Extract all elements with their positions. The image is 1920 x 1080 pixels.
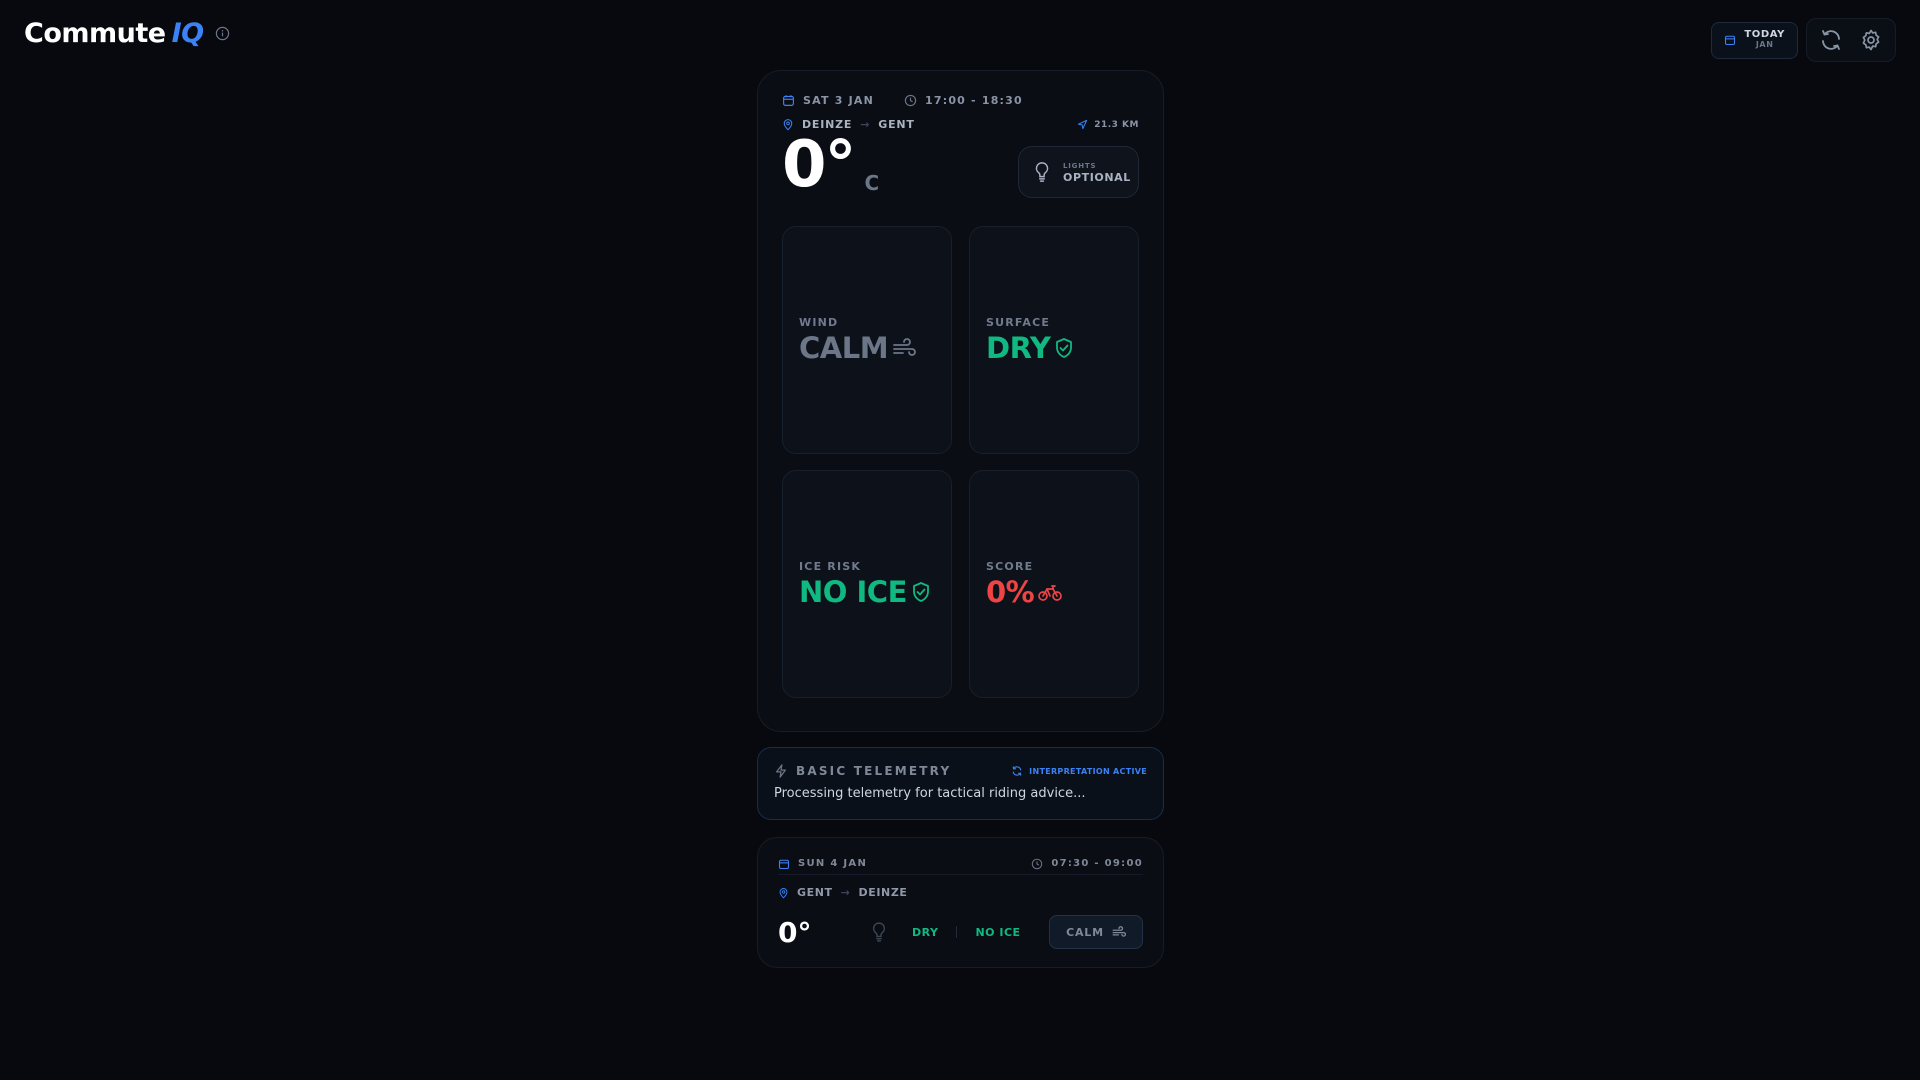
surface-tile[interactable]: SURFACE DRY [969,226,1139,454]
map-pin-icon [779,887,788,898]
next-route: GENT → DEINZE [778,886,908,899]
temperature-value: 0° [782,128,857,202]
next-date: SUN 4 JAN [798,858,868,869]
telemetry-message: Processing telemetry for tactical riding… [774,786,1086,801]
score-label: SCORE [986,559,1034,573]
header-icon-group [1806,18,1896,62]
lightbulb-icon [864,921,894,943]
bike-icon [1038,584,1063,601]
commute-time: 17:00 - 18:30 [925,94,1023,107]
today-label: TODAY [1744,29,1785,40]
current-commute-card: SAT 3 JAN 17:00 - 18:30 DEINZE → GENT 21… [757,70,1164,732]
ice-risk-value-row: NO ICE [799,575,951,609]
wind-value-row: CALM [799,331,951,365]
commute-date: SAT 3 JAN [803,94,875,107]
ice-risk-value: NO ICE [799,574,907,609]
calendar-icon [783,95,794,106]
today-month: JAN [1755,40,1774,49]
calendar-icon [1725,35,1736,46]
gear-icon[interactable] [1853,22,1889,58]
next-surface: DRY [912,925,939,939]
lightbulb-icon [1035,162,1049,182]
next-time-group: 07:30 - 09:00 [1031,858,1143,870]
navigation-icon [1078,119,1088,130]
route-arrow-icon: → [840,886,851,899]
next-time: 07:30 - 09:00 [1051,858,1143,869]
score-value: 0% [986,574,1035,609]
wind-tile[interactable]: WIND CALM [782,226,952,454]
next-ice: NO ICE [975,925,1021,939]
next-wind-badge[interactable]: CALM [1049,915,1143,949]
telemetry-title: BASIC TELEMETRY [796,764,952,778]
app-title: Commute IQ [24,18,204,49]
lights-text: LIGHTS OPTIONAL [1063,160,1131,184]
next-temperature: 0° [778,915,812,949]
surface-value-row: DRY [986,331,1138,365]
score-tile[interactable]: SCORE 0% [969,470,1139,698]
shield-check-icon [1056,337,1073,358]
next-commute-card[interactable]: SUN 4 JAN 07:30 - 09:00 GENT → DEINZE 0°… [757,837,1164,968]
wind-value: CALM [799,330,889,365]
route-distance: 21.3 KM [1077,119,1139,130]
next-commute-meta: SUN 4 JAN 07:30 - 09:00 [778,853,1143,875]
distance-value: 21.3 KM [1094,119,1139,130]
shield-check-icon [913,581,929,602]
app-brand: Commute IQ [24,18,232,49]
lights-indicator: LIGHTS OPTIONAL [1018,146,1139,198]
temperature-display: 0° C [782,133,879,197]
next-route-from: GENT [797,886,833,899]
header-actions: TODAY JAN [1711,18,1896,62]
route-arrow-icon: → [860,118,871,131]
sync-icon [1012,766,1022,776]
telemetry-status-text: INTERPRETATION ACTIVE [1029,766,1147,776]
telemetry-header: BASIC TELEMETRY INTERPRETATION ACTIVE [774,764,1147,778]
info-icon[interactable] [214,25,232,43]
next-wind: CALM [1066,925,1104,939]
wind-label: WIND [799,315,839,329]
commute-meta: SAT 3 JAN 17:00 - 18:30 [782,94,1139,107]
score-value-row: 0% [986,575,1138,609]
temperature-unit: C [864,171,880,195]
route-to: GENT [878,118,915,131]
surface-value: DRY [986,330,1051,365]
app-title-main: Commute [24,18,166,49]
today-text: TODAY JAN [1744,30,1785,50]
calendar-icon [778,859,790,869]
surface-label: SURFACE [986,315,1051,329]
today-button[interactable]: TODAY JAN [1711,21,1798,59]
divider [956,926,958,938]
next-summary: 0° DRY NO ICE CALM [778,912,1143,952]
wind-icon [1112,926,1126,937]
wind-icon [893,337,916,356]
next-route-to: DEINZE [858,886,908,899]
lights-value: OPTIONAL [1063,171,1131,184]
telemetry-status: INTERPRETATION ACTIVE [1011,765,1147,777]
ice-risk-tile[interactable]: ICE RISK NO ICE [782,470,952,698]
refresh-icon[interactable] [1813,22,1849,58]
telemetry-panel: BASIC TELEMETRY INTERPRETATION ACTIVE Pr… [757,747,1164,820]
clock-icon [1032,858,1043,869]
clock-icon [904,94,917,107]
app-title-accent: IQ [171,18,205,49]
bolt-icon [776,764,786,778]
ice-risk-label: ICE RISK [799,559,862,573]
